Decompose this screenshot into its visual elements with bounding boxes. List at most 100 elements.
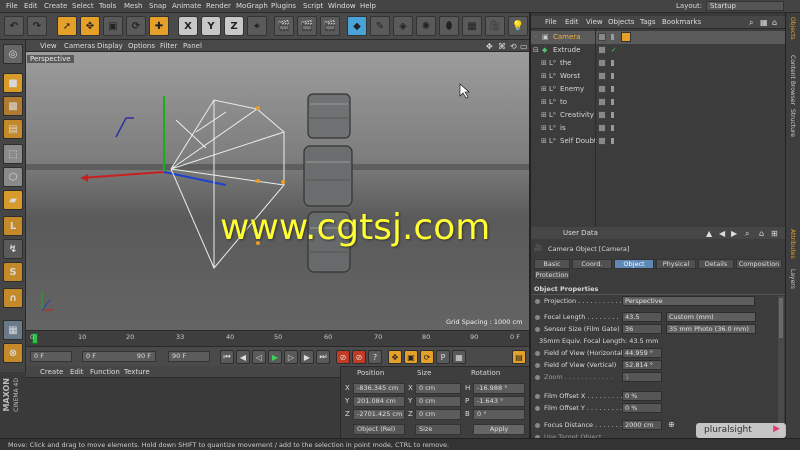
tweak-mode-button[interactable]: ↯ [3, 239, 23, 259]
anim-bullet[interactable] [535, 375, 540, 380]
record-button[interactable]: ⊘ [336, 350, 350, 364]
layout-select[interactable]: Startup [706, 1, 784, 11]
attr-search-icon[interactable]: ⌕ [745, 229, 749, 239]
anim-bullet[interactable] [535, 315, 540, 320]
obj-lock-icon[interactable]: ⌂ [772, 18, 777, 27]
render-dot[interactable] [611, 112, 614, 118]
go-to-start-button[interactable]: ⏮ [220, 350, 234, 364]
move-tool-button[interactable]: ✥ [80, 16, 100, 36]
viewport-label[interactable]: Perspective [27, 55, 74, 63]
visibility-checkbox[interactable] [598, 98, 606, 106]
obj-menu-file[interactable]: File [545, 18, 557, 26]
anim-bullet[interactable] [535, 406, 540, 411]
attr-back-arrow-icon[interactable]: ◀ [719, 229, 725, 238]
object-row-to[interactable]: ⊞ L⁰ to [531, 96, 785, 109]
size-y-field[interactable]: 0 cm [415, 396, 461, 407]
menu-snap[interactable]: Snap [149, 2, 167, 10]
render-dot[interactable] [611, 73, 614, 79]
mat-menu-texture[interactable]: Texture [124, 368, 150, 376]
anim-bullet[interactable] [535, 327, 540, 332]
obj-filter-icon[interactable]: ▦ [760, 18, 768, 27]
apply-button[interactable]: Apply [473, 424, 525, 435]
live-selection-button[interactable]: ➚ [57, 16, 77, 36]
menu-script[interactable]: Script [303, 2, 323, 10]
render-dot[interactable] [611, 138, 614, 144]
vp-menu-panel[interactable]: Panel [183, 42, 202, 50]
menu-tools[interactable]: Tools [99, 2, 116, 10]
expand-icon[interactable]: · [535, 31, 537, 43]
next-key-button[interactable]: ▶ [300, 350, 314, 364]
redo-button[interactable]: ↷ [27, 16, 47, 36]
scrollbar-thumb[interactable] [779, 298, 783, 338]
menu-help[interactable]: Help [360, 2, 376, 10]
undo-button[interactable]: ↶ [4, 16, 24, 36]
size-z-field[interactable]: 0 cm [415, 409, 461, 420]
start-frame-field[interactable]: 0 F [30, 351, 72, 362]
3d-viewport[interactable]: Grid Spacing : 1000 cm [26, 52, 529, 330]
edges-mode-button[interactable]: ⬡ [3, 167, 23, 187]
mat-menu-edit[interactable]: Edit [70, 368, 84, 376]
timeline-ruler[interactable]: 0 10 20 33 40 50 60 70 80 90 0 F [26, 330, 529, 346]
visibility-checkbox[interactable] [598, 85, 606, 93]
render-dot[interactable] [611, 99, 614, 105]
render-dot[interactable] [611, 34, 614, 40]
snap-button[interactable]: S [3, 262, 23, 282]
object-row-enemy[interactable]: ⊞ L⁰ Enemy [531, 83, 785, 96]
expand-icon[interactable]: ⊞ [541, 109, 547, 121]
attr-lock-icon[interactable]: ⌂ [759, 229, 764, 238]
fov-horizontal-field[interactable]: 44.959 ° [622, 348, 662, 358]
obj-menu-view[interactable]: View [586, 18, 603, 26]
anim-bullet[interactable] [535, 299, 540, 304]
vp-menu-cameras[interactable]: Cameras [64, 42, 95, 50]
visibility-checkbox[interactable] [598, 137, 606, 145]
tab-object[interactable]: Object [614, 259, 654, 269]
tab-composition[interactable]: Composition [736, 259, 782, 269]
visibility-checkbox[interactable] [598, 72, 606, 80]
tab-details[interactable]: Details [698, 259, 734, 269]
attr-new-icon[interactable]: ⊞ [771, 229, 778, 238]
axis-mode-button[interactable]: L [3, 216, 23, 236]
film-offset-y-field[interactable]: 0 % [622, 403, 662, 413]
menu-animate[interactable]: Animate [172, 2, 201, 10]
tab-physical[interactable]: Physical [656, 259, 696, 269]
prev-frame-button[interactable]: ◁ [252, 350, 266, 364]
points-mode-button[interactable]: ⬚ [3, 144, 23, 164]
object-row-camera[interactable]: · ▣ Camera [531, 31, 785, 44]
menu-mesh[interactable]: Mesh [124, 2, 142, 10]
object-row-extrude[interactable]: ⊟ ◆ Extrude ✓ [531, 44, 785, 57]
side-tab-objects[interactable]: Objects [789, 17, 796, 40]
projection-select[interactable]: Perspective [622, 296, 755, 306]
attr-forward-arrow-icon[interactable]: ▶ [731, 229, 737, 238]
max-frame-field[interactable]: 90 F [168, 351, 210, 362]
vp-menu-display[interactable]: Display [97, 42, 123, 50]
tab-coord[interactable]: Coord. [572, 259, 612, 269]
focus-picker-icon[interactable]: ⊕ [668, 420, 675, 430]
magnet-button[interactable]: ∩ [3, 288, 23, 308]
z-axis-button[interactable]: Z [224, 16, 244, 36]
rotation-h-field[interactable]: -16.988 ° [473, 383, 525, 394]
attr-menu-user-data[interactable]: User Data [563, 229, 598, 237]
nurbs-button[interactable]: ◈ [393, 16, 413, 36]
vp-rotate-icon[interactable]: ⟲ [510, 42, 517, 51]
expand-icon[interactable]: ⊞ [541, 57, 547, 69]
menu-plugins[interactable]: Plugins [271, 2, 296, 10]
menu-edit[interactable]: Edit [24, 2, 38, 10]
render-dot[interactable] [611, 60, 614, 66]
menu-render[interactable]: Render [206, 2, 231, 10]
anim-bullet[interactable] [535, 394, 540, 399]
focal-length-field[interactable]: 43.5 [622, 312, 662, 322]
focal-preset-select[interactable]: Custom (mm) [666, 312, 756, 322]
menu-select[interactable]: Select [72, 2, 94, 10]
sensor-preset-select[interactable]: 35 mm Photo (36.0 mm) [666, 324, 756, 334]
vp-menu-options[interactable]: Options [128, 42, 155, 50]
rotation-p-field[interactable]: -1.643 ° [473, 396, 525, 407]
visibility-checkbox[interactable] [598, 124, 606, 132]
collapse-icon[interactable]: ⊟ [533, 44, 539, 56]
fov-vertical-field[interactable]: 52.814 ° [622, 360, 662, 370]
position-x-field[interactable]: -836.345 cm [353, 383, 405, 394]
object-row-self-doubt[interactable]: ⊞ L⁰ Self Doubt [531, 135, 785, 148]
render-settings-button[interactable]: 🎬 [320, 16, 340, 36]
cube-button[interactable]: ◆ [347, 16, 367, 36]
model-mode-button[interactable]: ■ [3, 73, 23, 93]
light-button[interactable]: 💡 [508, 16, 528, 36]
